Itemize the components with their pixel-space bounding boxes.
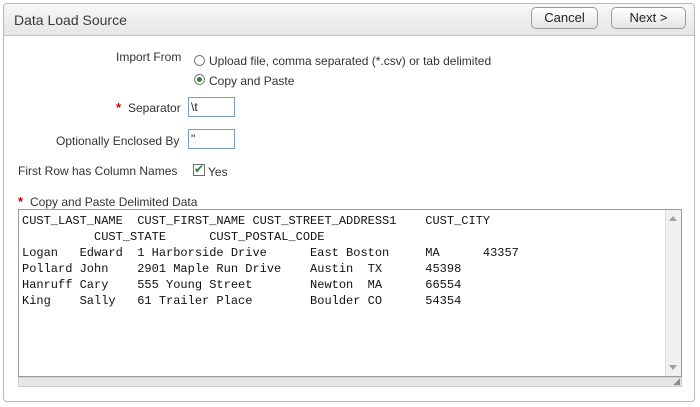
upload-file-option-label[interactable]: Upload file, comma separated (*.csv) or …: [209, 54, 491, 68]
scroll-down-arrow-icon[interactable]: [669, 365, 677, 370]
vertical-scrollbar[interactable]: [665, 210, 681, 376]
separator-required-marker: *: [116, 100, 122, 115]
copy-paste-option-label[interactable]: Copy and Paste: [209, 74, 294, 88]
copy-paste-radio[interactable]: [194, 74, 205, 85]
enclosed-by-label: Optionally Enclosed By: [56, 134, 180, 148]
data-required-marker: *: [18, 194, 24, 209]
textarea-resize-bar[interactable]: ◢: [18, 377, 682, 387]
separator-input[interactable]: [188, 97, 235, 117]
first-row-yes-label[interactable]: Yes: [208, 165, 228, 179]
next-button[interactable]: Next >: [611, 7, 686, 29]
cancel-button[interactable]: Cancel: [531, 7, 598, 29]
separator-label: Separator: [128, 101, 181, 115]
scroll-up-arrow-icon[interactable]: [669, 216, 677, 221]
enclosed-by-input[interactable]: [188, 129, 235, 149]
resize-grip-icon[interactable]: ◢: [673, 377, 680, 386]
data-label: Copy and Paste Delimited Data: [30, 195, 198, 209]
import-from-label: Import From: [116, 50, 182, 64]
upload-file-radio[interactable]: [194, 55, 205, 66]
delimited-data-textarea[interactable]: CUST_LAST_NAME CUST_FIRST_NAME CUST_STRE…: [18, 209, 682, 377]
data-load-source-panel: Data Load Source Cancel Next > Import Fr…: [3, 3, 695, 402]
panel-header: Data Load Source Cancel Next >: [4, 4, 694, 36]
panel-title: Data Load Source: [14, 12, 127, 28]
delimited-data-text[interactable]: CUST_LAST_NAME CUST_FIRST_NAME CUST_STRE…: [22, 213, 662, 373]
first-row-checkbox[interactable]: ✔: [193, 162, 205, 176]
check-icon: ✔: [194, 162, 205, 176]
first-row-label: First Row has Column Names: [18, 164, 178, 178]
